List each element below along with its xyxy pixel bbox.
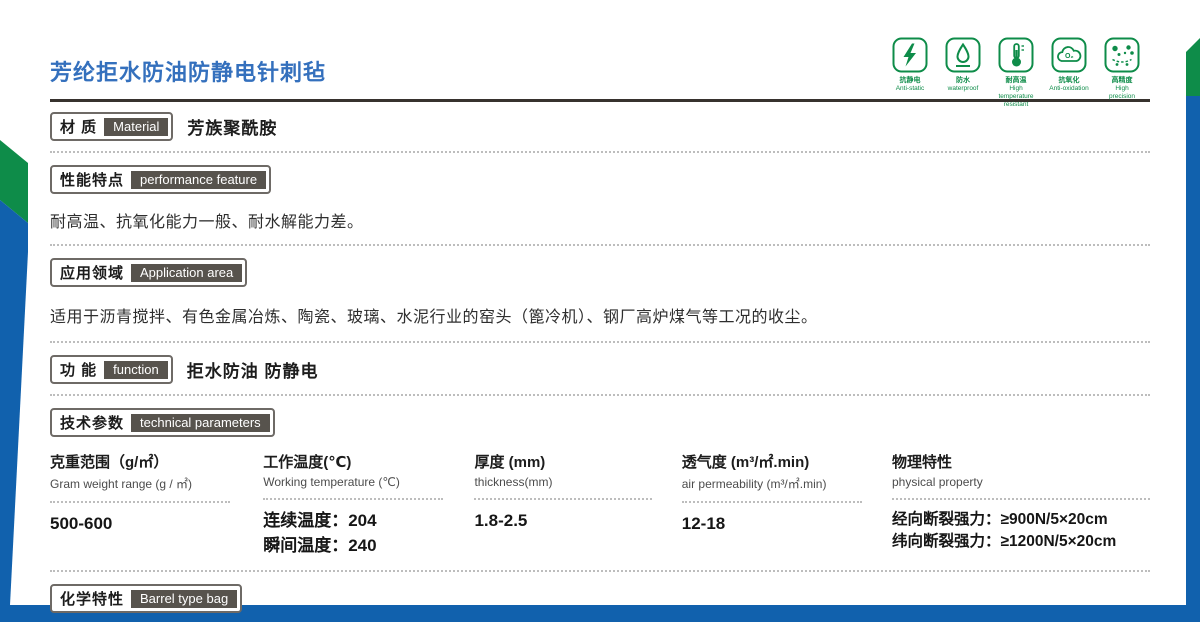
badge-en-label: Anti-oxidation [1049, 85, 1089, 92]
function-label: 功 能 function [50, 355, 173, 384]
chemical-label: 化学特性 Barrel type bag [50, 584, 243, 614]
badge-high-precision: 高精度 High precision [1102, 37, 1142, 109]
param-value: 连续温度：204 [263, 511, 377, 530]
material-label-zh: 材 质 [60, 119, 98, 136]
performance-label: 性能特点 performance feature [50, 165, 272, 194]
section-function: 功 能 function 拒水防油 防静电 [50, 355, 1150, 384]
param-value: 经向断裂强力：≥900N/5×20cm [892, 511, 1108, 528]
section-performance: 性能特点 performance feature 耐高温、抗氧化能力一般、耐水解… [50, 165, 1150, 232]
param-header-zh: 工作温度(℃) [263, 454, 352, 471]
param-header-zh: 透气度 (m³/㎡.min) [681, 454, 810, 471]
right-ribbon-decoration [1186, 38, 1200, 622]
badge-en-label: Anti-static [895, 85, 925, 92]
param-divider [892, 498, 1150, 500]
badge-waterproof: 防水 waterproof [943, 37, 983, 109]
badge-zh-label: 抗氧化 [1058, 77, 1080, 84]
material-value: 芳族聚酰胺 [187, 119, 278, 138]
param-air-permeability: 透气度 (m³/㎡.min) air permeability (m³/㎡.mi… [681, 451, 892, 558]
material-label-en: Material [104, 117, 169, 136]
chemical-label-en: Barrel type bag [131, 589, 238, 608]
param-divider [263, 498, 444, 500]
svg-text:O₂: O₂ [1065, 53, 1074, 60]
precision-dots-icon [1104, 37, 1140, 73]
param-header-en: thickness(mm) [474, 475, 553, 489]
technical-label: 技术参数 technical parameters [50, 408, 275, 437]
waterdrop-icon [945, 37, 981, 73]
param-header-en: Working temperature (℃) [263, 475, 400, 489]
application-label-zh: 应用领域 [60, 265, 125, 282]
param-value: 1.8-2.5 [474, 511, 528, 530]
section-divider [50, 151, 1150, 153]
badge-zh-label: 防水 [956, 77, 970, 84]
performance-text: 耐高温、抗氧化能力一般、耐水解能力差。 [50, 214, 364, 231]
param-header-zh: 克重范围（g/㎡） [50, 454, 169, 471]
badge-high-temperature: 耐高温 High temperature resistant [996, 37, 1036, 109]
param-header-en: air permeability (m³/㎡.min) [681, 477, 827, 491]
badge-en-label: waterproof [947, 85, 979, 92]
application-label-en: Application area [131, 263, 243, 282]
feature-badges: 抗静电 Anti-static 防水 waterproof 耐高温 High t… [890, 37, 1142, 109]
material-label: 材 质 Material [50, 112, 174, 141]
param-divider [681, 501, 862, 503]
application-text: 适用于沥青搅拌、有色金属冶炼、陶瓷、玻璃、水泥行业的窑头（篦冷机）、钢厂高炉煤气… [50, 309, 818, 326]
section-divider [50, 570, 1150, 573]
parameters-table: 克重范围（g/㎡） Gram weight range (g / ㎡) 500-… [50, 451, 1150, 558]
technical-label-en: technical parameters [131, 413, 270, 432]
param-gram-weight: 克重范围（g/㎡） Gram weight range (g / ㎡) 500-… [50, 451, 263, 558]
left-ribbon-decoration [0, 140, 28, 605]
badge-zh-label: 抗静电 [899, 77, 921, 84]
section-application: 应用领域 Application area 适用于沥青搅拌、有色金属冶炼、陶瓷、… [50, 258, 1150, 327]
thermometer-icon [998, 37, 1034, 73]
param-value: 纬向断裂强力：≥1200N/5×20cm [892, 533, 1117, 551]
cloud-o2-icon: O₂ [1051, 37, 1087, 73]
section-divider [50, 244, 1150, 246]
param-header-en: physical property [892, 475, 983, 489]
performance-label-zh: 性能特点 [60, 172, 125, 189]
param-divider [474, 498, 653, 500]
param-divider [50, 501, 230, 503]
datasheet-page: 抗静电 Anti-static 防水 waterproof 耐高温 High t… [0, 0, 1200, 622]
badge-anti-oxidation: O₂ 抗氧化 Anti-oxidation [1049, 37, 1089, 109]
application-label: 应用领域 Application area [50, 258, 248, 287]
section-divider [50, 341, 1150, 343]
param-header-en: Gram weight range (g / ㎡) [50, 477, 193, 491]
badge-zh-label: 高精度 [1111, 77, 1133, 84]
performance-label-en: performance feature [131, 170, 267, 189]
badge-anti-static: 抗静电 Anti-static [890, 37, 930, 109]
section-chemical: 化学特性 Barrel type bag 耐酸性 良 Acid Resistan… [50, 584, 1150, 622]
badge-zh-label: 耐高温 [1005, 77, 1027, 84]
technical-label-zh: 技术参数 [60, 415, 125, 432]
param-physical-property: 物理特性 physical property 经向断裂强力：≥900N/5×20… [892, 451, 1150, 558]
param-thickness: 厚度 (mm) thickness(mm) 1.8-2.5 [474, 451, 681, 558]
section-technical: 技术参数 technical parameters 克重范围（g/㎡） Gram… [50, 408, 1150, 558]
param-value: 12-18 [681, 514, 726, 533]
chemical-label-zh: 化学特性 [60, 591, 125, 609]
param-value: 500-600 [50, 514, 113, 533]
section-divider [50, 394, 1150, 396]
param-working-temperature: 工作温度(℃) Working temperature (℃) 连续温度：204… [263, 451, 474, 558]
badge-en-label: High precision [1108, 85, 1135, 101]
function-value: 拒水防油 防静电 [186, 362, 319, 381]
param-header-zh: 厚度 (mm) [474, 454, 546, 471]
lightning-icon [892, 37, 928, 73]
badge-en-label: High temperature resistant [998, 85, 1034, 109]
param-value: 瞬间温度：240 [263, 535, 377, 555]
section-material: 材 质 Material 芳族聚酰胺 [50, 112, 1150, 141]
function-label-en: function [104, 360, 168, 379]
function-label-zh: 功 能 [60, 362, 98, 379]
param-header-zh: 物理特性 [892, 454, 953, 471]
